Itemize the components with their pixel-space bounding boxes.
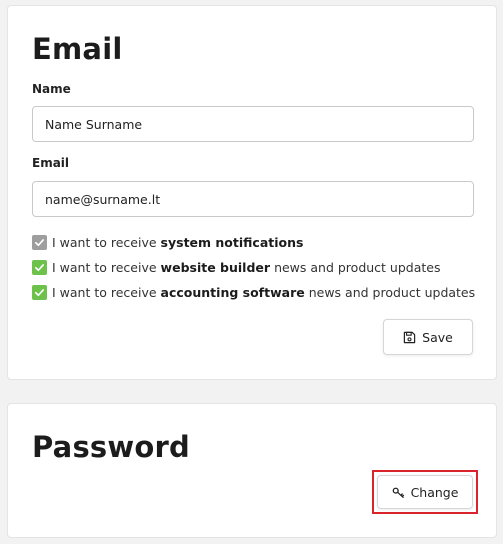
website-builder-option[interactable]: I want to receive website builder news a… (32, 259, 440, 275)
email-card: Email Name Email I want to receive syste… (7, 5, 497, 380)
key-icon (392, 486, 405, 499)
checkmark-icon (35, 263, 44, 271)
accounting-software-option[interactable]: I want to receive accounting software ne… (32, 284, 475, 300)
change-password-button[interactable]: Change (377, 475, 473, 509)
accounting-software-checkbox[interactable] (32, 284, 47, 300)
name-label: Name (32, 82, 71, 96)
system-notifications-checkbox[interactable] (32, 234, 47, 250)
change-button-label: Change (410, 484, 459, 500)
checkbox-text-suffix: news and product updates (308, 284, 476, 300)
checkbox-text-suffix: news and product updates (274, 259, 441, 275)
system-notifications-option[interactable]: I want to receive system notifications (32, 234, 307, 250)
checkbox-text-prefix: I want to receive (52, 259, 157, 275)
name-input[interactable] (32, 106, 474, 142)
checkmark-icon (35, 288, 44, 296)
floppy-disk-icon (403, 331, 416, 344)
email-input[interactable] (32, 181, 474, 217)
password-card: Password Change (7, 403, 497, 538)
password-section-title: Password (32, 430, 190, 464)
checkbox-text-bold: accounting software (160, 284, 305, 300)
checkbox-text-bold: system notifications (160, 234, 304, 250)
save-button[interactable]: Save (383, 319, 473, 355)
website-builder-checkbox[interactable] (32, 259, 47, 275)
checkbox-text-prefix: I want to receive (52, 234, 157, 250)
save-button-label: Save (422, 329, 453, 345)
checkbox-text-prefix: I want to receive (52, 284, 157, 300)
email-section-title: Email (32, 32, 123, 66)
checkmark-icon (35, 238, 44, 246)
email-label: Email (32, 156, 70, 170)
checkbox-text-bold: website builder (160, 259, 271, 275)
